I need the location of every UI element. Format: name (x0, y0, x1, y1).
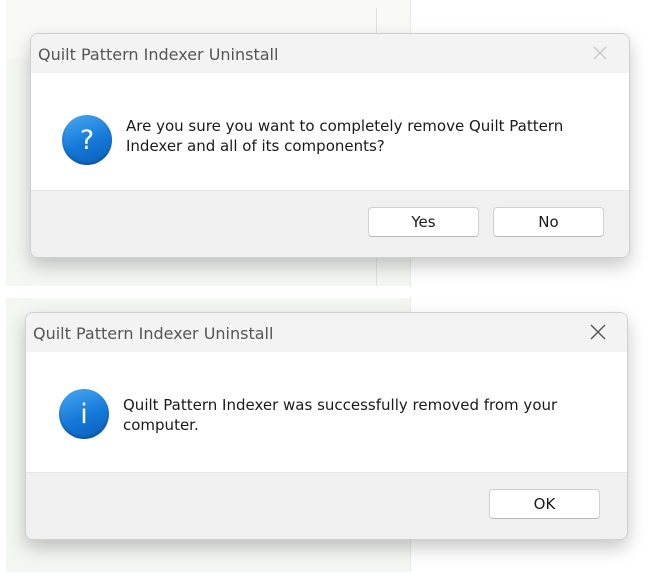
dialog-button-bar: OK (26, 472, 627, 539)
uninstall-complete-dialog: Quilt Pattern Indexer Uninstall i Quilt … (25, 312, 628, 540)
dialog-message: Quilt Pattern Indexer was successfully r… (123, 396, 558, 434)
close-icon (593, 46, 607, 60)
uninstall-confirm-dialog: Quilt Pattern Indexer Uninstall ? Are yo… (30, 33, 630, 258)
close-button[interactable] (585, 319, 611, 345)
ok-button[interactable]: OK (489, 489, 600, 519)
question-icon-glyph: ? (79, 124, 95, 156)
dialog-title: Quilt Pattern Indexer Uninstall (33, 324, 274, 343)
dialog-message: Are you sure you want to completely remo… (126, 117, 564, 155)
question-icon: ? (62, 115, 112, 165)
close-button[interactable] (587, 40, 613, 66)
no-button[interactable]: No (493, 207, 604, 237)
info-icon-glyph: i (80, 398, 88, 430)
dialog-title: Quilt Pattern Indexer Uninstall (38, 45, 279, 64)
dialog-content: i Quilt Pattern Indexer was successfully… (26, 352, 627, 473)
yes-button[interactable]: Yes (368, 207, 479, 237)
dialog-content: ? Are you sure you want to completely re… (31, 73, 629, 192)
dialog-titlebar: Quilt Pattern Indexer Uninstall (31, 34, 629, 73)
dialog-titlebar: Quilt Pattern Indexer Uninstall (26, 313, 627, 352)
close-icon (590, 324, 606, 340)
dialog-button-bar: Yes No (31, 190, 629, 257)
info-icon: i (59, 389, 109, 439)
